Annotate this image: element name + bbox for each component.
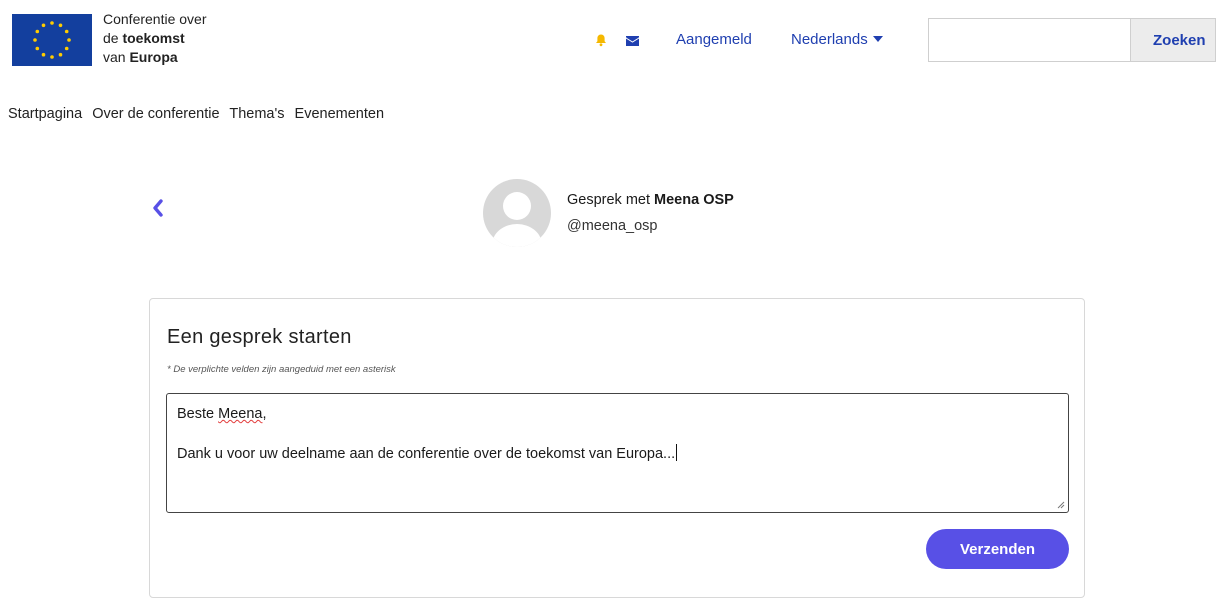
eu-stars-icon [33, 21, 71, 59]
brand-line-2: de toekomst [103, 29, 207, 48]
nav-item-evenementen[interactable]: Evenementen [295, 106, 384, 122]
brand-line-3-bold: Europa [129, 49, 178, 65]
search-input[interactable] [928, 18, 1130, 62]
brand-line-3: van Europa [103, 48, 207, 67]
greeting-name: Meena [218, 406, 263, 422]
eu-flag-logo[interactable] [12, 14, 92, 66]
required-fields-note: * De verplichte velden zijn aangeduid me… [167, 364, 396, 375]
brand-line-2-bold: toekomst [122, 30, 185, 46]
message-greeting: Beste Meena, [177, 404, 1058, 424]
nav-item-over-de-conferentie[interactable]: Over de conferentie [92, 106, 219, 122]
language-selector[interactable]: Nederlands [791, 31, 883, 48]
recipient-handle: @meena_osp [567, 218, 658, 234]
site-header: Conferentie over de toekomst van Europa … [0, 0, 1216, 80]
send-button[interactable]: Verzenden [926, 529, 1069, 569]
greeting-suffix: , [262, 406, 267, 422]
conversation-title: Gesprek met Meena OSP [567, 192, 734, 208]
chevron-left-icon[interactable] [150, 198, 166, 218]
avatar [483, 179, 551, 247]
nav-item-themas[interactable]: Thema's [229, 106, 284, 122]
brand-line-2-prefix: de [103, 30, 123, 46]
text-cursor [676, 444, 678, 461]
message-body: Dank u voor uw deelname aan de conferent… [177, 446, 676, 462]
search-button[interactable]: Zoeken [1130, 18, 1216, 62]
site-brand[interactable]: Conferentie over de toekomst van Europa [103, 10, 207, 67]
message-textarea[interactable]: Beste Meena, Dank u voor uw deelname aan… [166, 393, 1069, 513]
main-nav: Startpagina Over de conferentie Thema's … [8, 106, 390, 122]
brand-line-3-prefix: van [103, 49, 130, 65]
resize-grip-icon[interactable] [1057, 501, 1065, 509]
recipient-name: Meena OSP [654, 192, 734, 208]
greeting-prefix: Beste [177, 406, 219, 422]
caret-down-icon [872, 36, 883, 42]
user-silhouette-icon [492, 192, 542, 247]
language-label: Nederlands [791, 31, 868, 48]
bell-icon[interactable] [594, 33, 608, 47]
mail-icon[interactable] [625, 35, 640, 47]
form-title: Een gesprek starten [167, 326, 352, 348]
conversation-title-prefix: Gesprek met [567, 192, 655, 208]
signed-in-link[interactable]: Aangemeld [676, 31, 752, 48]
nav-item-startpagina[interactable]: Startpagina [8, 106, 82, 122]
brand-line-1: Conferentie over [103, 11, 207, 27]
